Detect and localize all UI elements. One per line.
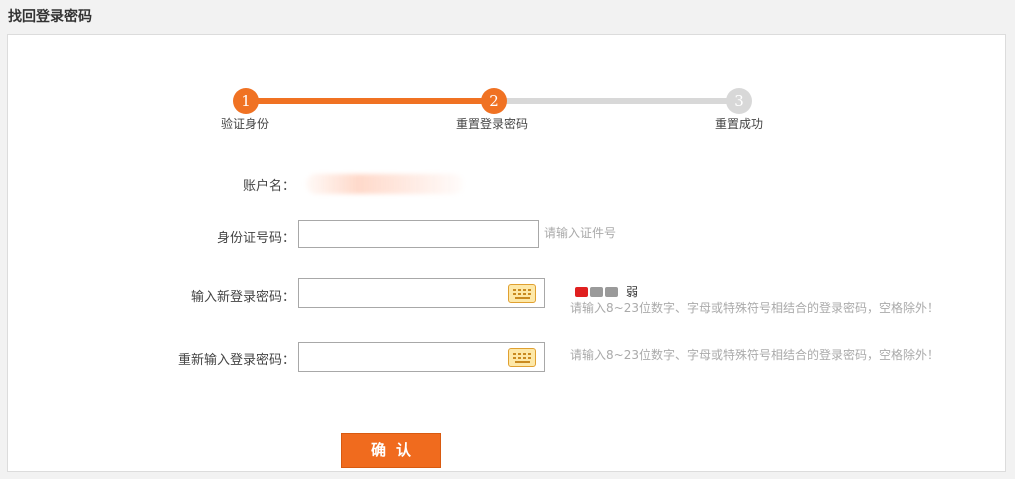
account-name-value-redacted [306,174,464,194]
strength-bar-2 [590,286,603,297]
confirm-button[interactable]: 确认 [341,433,441,468]
confirm-password-label: 重新输入登录密码： [177,353,295,368]
new-password-label: 输入新登录密码： [190,290,295,305]
step-3-label: 重置成功 [715,117,764,131]
password-strength-meter: 弱 [575,283,638,300]
page-title: 找回登录密码 [8,9,92,25]
strength-text: 弱 [626,285,639,299]
new-password-hint: 请输入8~23位数字、字母或特殊符号相结合的登录密码，空格除外！ [570,301,939,315]
id-number-hint: 请输入证件号 [544,226,617,240]
step-3-circle: 3 [726,88,752,114]
step-2-circle: 2 [481,88,507,114]
confirm-password-hint: 请输入8~23位数字、字母或特殊符号相结合的登录密码，空格除外！ [570,348,939,362]
id-number-input[interactable] [298,220,539,248]
progress-track-pending [502,98,747,104]
strength-bar-1 [575,286,588,297]
step-1-circle: 1 [233,88,259,114]
id-number-label: 身份证号码： [216,231,295,246]
strength-bar-3 [605,286,618,297]
step-2-label: 重置登录密码 [456,117,529,131]
account-name-label: 账户名： [242,179,295,194]
step-1-label: 验证身份 [221,117,270,131]
keyboard-icon[interactable] [508,348,536,367]
keyboard-icon[interactable] [508,284,536,303]
reset-password-panel: 1 2 3 验证身份 重置登录密码 重置成功 账户名： 身份证号码： 请输入证件… [7,34,1006,472]
progress-track-done [254,98,502,104]
